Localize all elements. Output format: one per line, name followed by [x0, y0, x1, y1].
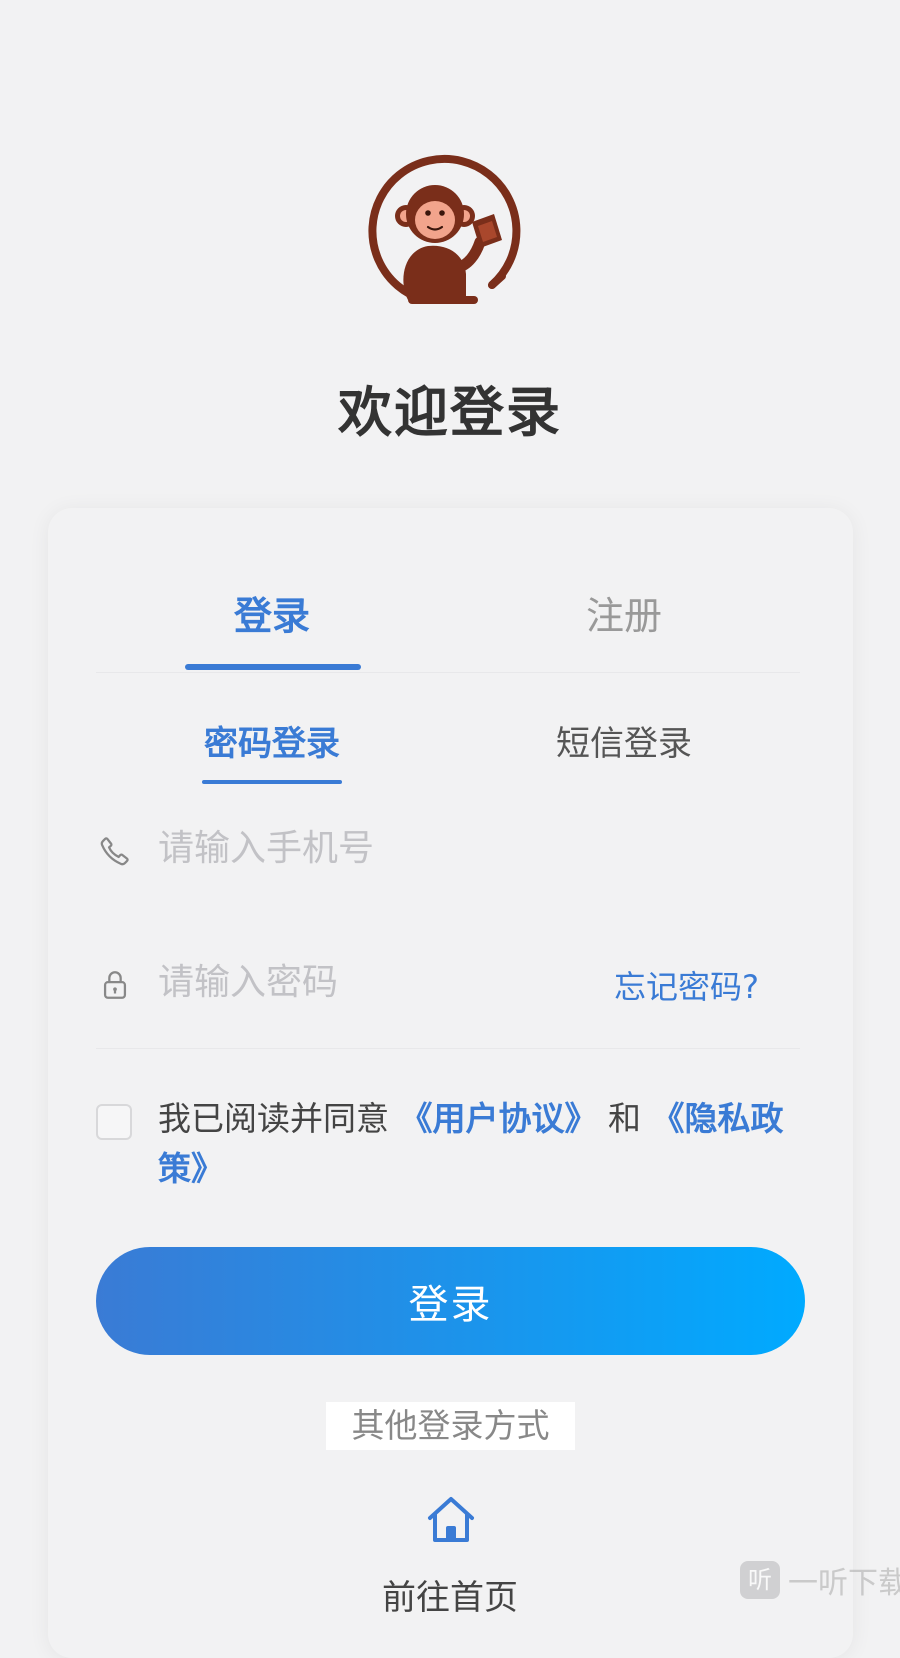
app-logo: [368, 150, 530, 312]
password-divider: [96, 1048, 800, 1049]
login-method-tabs: 密码登录 短信登录: [96, 712, 800, 786]
tabs-divider: [96, 672, 800, 673]
agreement-checkbox[interactable]: [96, 1104, 132, 1140]
password-input[interactable]: [158, 952, 578, 1012]
lock-icon: [98, 968, 132, 1002]
phone-divider: [96, 906, 800, 907]
forgot-password-link[interactable]: 忘记密码?: [614, 962, 759, 1008]
watermark: 听 一听下载: [740, 1560, 900, 1601]
phone-input[interactable]: [158, 818, 778, 878]
agreement-prefix: 我已阅读并同意: [158, 1099, 400, 1138]
monkey-reading-logo-icon: [368, 154, 521, 304]
tab-register[interactable]: 注册: [448, 575, 800, 657]
active-tab-indicator: [185, 664, 361, 670]
phone-icon: [98, 834, 132, 868]
tab-password-login[interactable]: 密码登录: [96, 712, 448, 776]
tab-sms-login[interactable]: 短信登录: [448, 712, 800, 776]
watermark-badge: 听: [740, 1561, 780, 1599]
other-login-methods-label: 其他登录方式: [326, 1402, 575, 1450]
active-subtab-indicator: [202, 780, 342, 784]
welcome-title: 欢迎登录: [338, 381, 562, 444]
agreement-text: 我已阅读并同意 《用户协议》 和 《隐私政策》: [158, 1094, 798, 1194]
watermark-text: 一听下载: [788, 1566, 900, 1601]
home-icon[interactable]: [424, 1494, 478, 1546]
user-agreement-link[interactable]: 《用户协议》: [400, 1099, 598, 1138]
login-button[interactable]: 登录: [96, 1247, 805, 1355]
login-card: [48, 508, 853, 1658]
main-tabs: 登录 注册: [96, 575, 800, 675]
tab-login[interactable]: 登录: [96, 575, 448, 657]
agreement-conjunction: 和: [597, 1099, 652, 1138]
